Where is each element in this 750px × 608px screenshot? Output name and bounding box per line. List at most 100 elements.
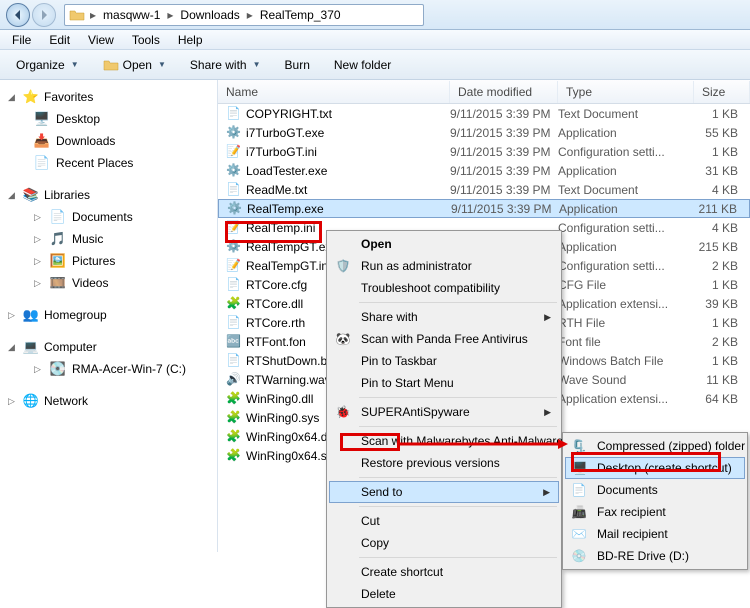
tree-expand-icon: ▷ — [34, 364, 44, 375]
file-name: LoadTester.exe — [246, 164, 327, 178]
tree-expand-icon: ▷ — [8, 396, 18, 407]
nav-libraries[interactable]: ◢ 📚 Libraries — [4, 184, 217, 206]
ctx-delete[interactable]: Delete — [329, 583, 559, 605]
menu-edit[interactable]: Edit — [41, 31, 78, 49]
bug-icon: 🐞 — [334, 403, 352, 421]
file-name: WinRing0.dll — [246, 392, 313, 406]
col-size[interactable]: Size — [694, 81, 750, 103]
file-type: Application extensi... — [558, 392, 694, 406]
organize-button[interactable]: Organize▼ — [6, 55, 89, 75]
desktop-icon: 🖥️ — [34, 111, 50, 127]
file-type: Application — [558, 126, 694, 140]
file-name: RTFont.fon — [246, 335, 306, 349]
nav-documents[interactable]: ▷📄Documents — [4, 206, 217, 228]
chevron-right-icon: ▸ — [246, 8, 254, 22]
breadcrumb-segment[interactable]: Downloads — [174, 6, 245, 24]
file-row[interactable]: ⚙️i7TurboGT.exe9/11/2015 3:39 PMApplicat… — [218, 123, 750, 142]
col-type[interactable]: Type — [558, 81, 694, 103]
nav-pictures[interactable]: ▷🖼️Pictures — [4, 250, 217, 272]
sendto-compressed[interactable]: 🗜️ Compressed (zipped) folder — [565, 435, 745, 457]
navigation-pane: ◢ ⭐ Favorites 🖥️Desktop 📥Downloads 📄Rece… — [0, 80, 218, 552]
file-row[interactable]: ⚙️LoadTester.exe9/11/2015 3:39 PMApplica… — [218, 161, 750, 180]
ctx-pin-startmenu[interactable]: Pin to Start Menu — [329, 372, 559, 394]
videos-icon: 🎞️ — [50, 275, 66, 291]
sendto-mail[interactable]: ✉️ Mail recipient — [565, 523, 745, 545]
ctx-restore-versions[interactable]: Restore previous versions — [329, 452, 559, 474]
file-row[interactable]: 📄COPYRIGHT.txt9/11/2015 3:39 PMText Docu… — [218, 104, 750, 123]
file-icon: ⚙️ — [226, 163, 242, 179]
back-button[interactable] — [6, 3, 30, 27]
col-date[interactable]: Date modified — [450, 81, 558, 103]
menu-tools[interactable]: Tools — [124, 31, 168, 49]
file-type: Text Document — [558, 107, 694, 121]
nav-music[interactable]: ▷🎵Music — [4, 228, 217, 250]
ctx-scan-malwarebytes[interactable]: Scan with Malwarebytes Anti-Malware — [329, 430, 559, 452]
file-icon: ⚙️ — [226, 239, 242, 255]
file-type: CFG File — [558, 278, 694, 292]
ctx-send-to[interactable]: Send to▶ — [329, 481, 559, 503]
forward-button[interactable] — [32, 3, 56, 27]
sendto-documents[interactable]: 📄 Documents — [565, 479, 745, 501]
open-icon — [103, 57, 119, 73]
open-button[interactable]: Open▼ — [93, 54, 176, 76]
nav-computer[interactable]: ◢ 💻 Computer — [4, 336, 217, 358]
tree-collapse-icon: ◢ — [8, 342, 18, 353]
burn-button[interactable]: Burn — [275, 55, 320, 75]
nav-drive-c[interactable]: ▷💽RMA-Acer-Win-7 (C:) — [4, 358, 217, 380]
zip-icon: 🗜️ — [570, 437, 588, 455]
file-date: 9/11/2015 3:39 PM — [450, 107, 558, 121]
ctx-pin-taskbar[interactable]: Pin to Taskbar — [329, 350, 559, 372]
nav-downloads[interactable]: 📥Downloads — [4, 130, 217, 152]
menu-view[interactable]: View — [80, 31, 122, 49]
col-name[interactable]: Name — [218, 81, 450, 103]
menu-help[interactable]: Help — [170, 31, 211, 49]
ctx-troubleshoot[interactable]: Troubleshoot compatibility — [329, 277, 559, 299]
file-icon: 🔤 — [226, 334, 242, 350]
address-bar[interactable]: ▸ masqww-1 ▸ Downloads ▸ RealTemp_370 — [64, 4, 424, 26]
sendto-fax[interactable]: 📠 Fax recipient — [565, 501, 745, 523]
new-folder-button[interactable]: New folder — [324, 55, 401, 75]
file-row[interactable]: ⚙️RealTemp.exe9/11/2015 3:39 PMApplicati… — [218, 199, 750, 218]
ctx-run-as-admin[interactable]: 🛡️ Run as administrator — [329, 255, 559, 277]
file-size: 211 KB — [695, 202, 749, 216]
file-size: 39 KB — [694, 297, 750, 311]
file-type: Application — [558, 240, 694, 254]
nav-favorites[interactable]: ◢ ⭐ Favorites — [4, 86, 217, 108]
share-with-button[interactable]: Share with▼ — [180, 55, 271, 75]
ctx-superantispyware[interactable]: 🐞 SUPERAntiSpyware▶ — [329, 401, 559, 423]
file-icon: 📄 — [226, 106, 242, 122]
file-date: 9/11/2015 3:39 PM — [450, 126, 558, 140]
tree-expand-icon: ▷ — [34, 212, 44, 223]
downloads-icon: 📥 — [34, 133, 50, 149]
ctx-share-with[interactable]: Share with▶ — [329, 306, 559, 328]
sendto-bdre-drive[interactable]: 💿 BD-RE Drive (D:) — [565, 545, 745, 567]
ctx-copy[interactable]: Copy — [329, 532, 559, 554]
file-row[interactable]: 📝i7TurboGT.ini9/11/2015 3:39 PMConfigura… — [218, 142, 750, 161]
file-name: RTCore.rth — [246, 316, 305, 330]
ctx-scan-panda[interactable]: 🐼 Scan with Panda Free Antivirus — [329, 328, 559, 350]
file-size: 1 KB — [694, 107, 750, 121]
desktop-icon: 🖥️ — [571, 459, 589, 477]
file-name: RTWarning.wav — [246, 373, 331, 387]
file-row[interactable]: 📄ReadMe.txt9/11/2015 3:39 PMText Documen… — [218, 180, 750, 199]
documents-icon: 📄 — [50, 209, 66, 225]
nav-network[interactable]: ▷ 🌐 Network — [4, 390, 217, 412]
nav-desktop[interactable]: 🖥️Desktop — [4, 108, 217, 130]
nav-videos[interactable]: ▷🎞️Videos — [4, 272, 217, 294]
menu-file[interactable]: File — [4, 31, 39, 49]
breadcrumb-segment[interactable]: RealTemp_370 — [254, 6, 347, 24]
ctx-create-shortcut[interactable]: Create shortcut — [329, 561, 559, 583]
nav-homegroup[interactable]: ▷ 👥 Homegroup — [4, 304, 217, 326]
ctx-open[interactable]: Open — [329, 233, 559, 255]
sendto-desktop-shortcut[interactable]: 🖥️ Desktop (create shortcut) — [565, 457, 745, 479]
breadcrumb-segment[interactable]: masqww-1 — [97, 6, 166, 24]
submenu-arrow-icon: ▶ — [544, 312, 551, 323]
file-size: 1 KB — [694, 316, 750, 330]
nav-recent-places[interactable]: 📄Recent Places — [4, 152, 217, 174]
file-type: Text Document — [558, 183, 694, 197]
ctx-cut[interactable]: Cut — [329, 510, 559, 532]
file-type: Configuration setti... — [558, 145, 694, 159]
file-icon: 🧩 — [226, 448, 242, 464]
file-type: Font file — [558, 335, 694, 349]
file-icon: 📄 — [226, 182, 242, 198]
